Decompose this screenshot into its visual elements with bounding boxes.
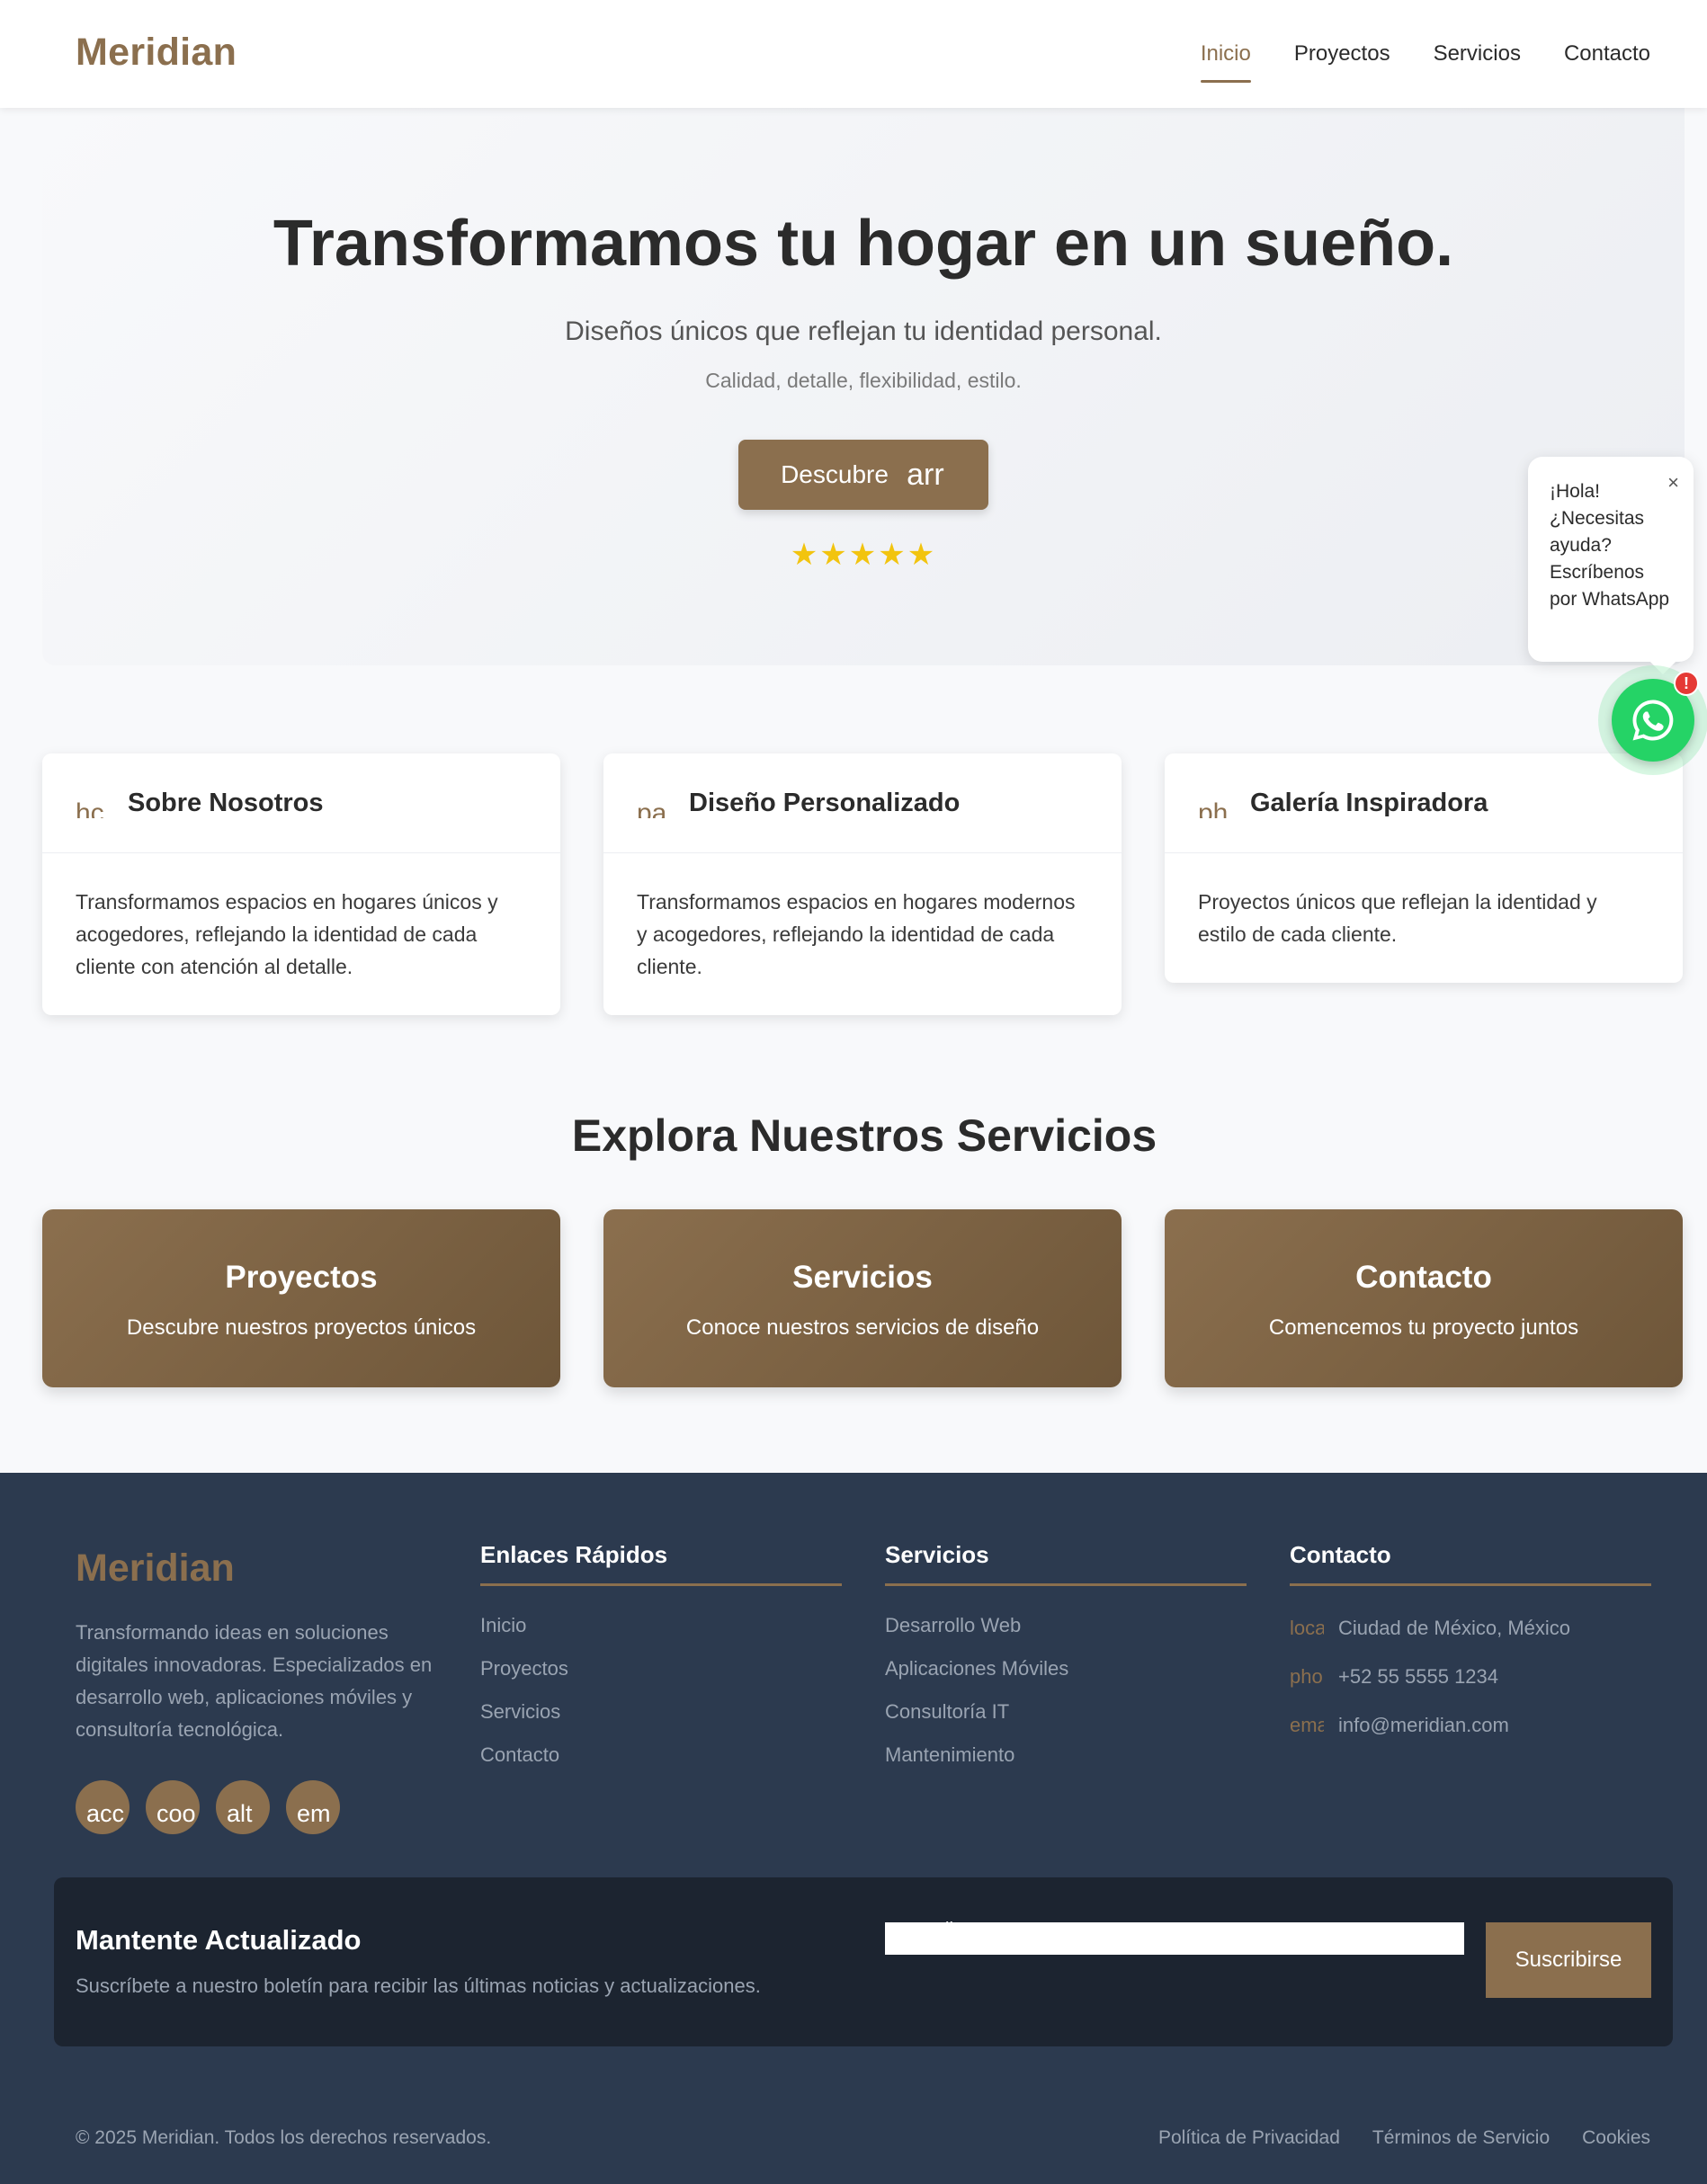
footer-link-proyectos[interactable]: Proyectos — [480, 1647, 842, 1690]
whatsapp-message: ¡Hola! ¿Necesitas ayuda? Escríbenos por … — [1550, 481, 1670, 610]
rating-stars: ★★★★★ — [790, 538, 937, 572]
brand-logo[interactable]: Meridian — [76, 31, 237, 75]
nav-link-inicio[interactable]: Inicio — [1200, 41, 1251, 83]
contact-location: loca Ciudad de México, México — [1290, 1604, 1651, 1653]
whatsapp-chat-bubble: × ¡Hola! ¿Necesitas ayuda? Escríbenos po… — [1528, 457, 1694, 662]
hero-tagline: Calidad, detalle, flexibilidad, estilo. — [705, 369, 1022, 392]
contact-email-value[interactable]: info@meridian.com — [1338, 1714, 1509, 1737]
email-icon: ema — [1290, 1714, 1324, 1736]
card-title: Diseño Personalizado — [689, 788, 961, 817]
discover-button-label: Descubre — [781, 460, 889, 488]
hero-subtitle: Diseños únicos que reflejan tu identidad… — [565, 316, 1162, 346]
terms-link[interactable]: Términos de Servicio — [1372, 2127, 1550, 2149]
close-icon[interactable]: × — [1667, 469, 1679, 496]
discover-button[interactable]: Descubre arr — [738, 440, 988, 510]
location-icon: loca — [1290, 1617, 1324, 1639]
footer-description: Transformando ideas en soluciones digita… — [76, 1621, 433, 1741]
cookies-link[interactable]: Cookies — [1582, 2127, 1650, 2149]
nav-link-servicios[interactable]: Servicios — [1434, 41, 1521, 83]
hero-title: Transformamos tu hogar en un sueño. — [273, 208, 1454, 280]
social-link-icon[interactable]: coo — [146, 1780, 200, 1834]
card-header: ph Galería Inspiradora — [1165, 753, 1683, 853]
footer-column-title: Contacto — [1290, 1541, 1651, 1586]
footer-link-mantenimiento[interactable]: Mantenimiento — [885, 1734, 1247, 1777]
service-card-title: Proyectos — [225, 1260, 378, 1295]
newsletter-description: Suscríbete a nuestro boletín para recibi… — [76, 1975, 761, 1997]
services-section-title: Explora Nuestros Servicios — [571, 1110, 1157, 1161]
footer-link-inicio[interactable]: Inicio — [480, 1604, 842, 1647]
top-navbar: Meridian Inicio Proyectos Servicios Cont… — [0, 0, 1707, 108]
palette-icon: pa — [637, 798, 667, 818]
feature-card-gallery: ph Galería Inspiradora Proyectos únicos … — [1165, 753, 1683, 983]
footer-services: Servicios Desarrollo Web Aplicaciones Mó… — [885, 1541, 1247, 1777]
arrow-icon: arr — [907, 459, 944, 490]
newsletter-title: Mantente Actualizado — [76, 1924, 362, 1956]
service-card-title: Servicios — [792, 1260, 933, 1295]
legal-links: Política de Privacidad Términos de Servi… — [1158, 2127, 1650, 2149]
footer-brand: Meridian — [76, 1547, 235, 1590]
footer-link-contacto[interactable]: Contacto — [480, 1734, 842, 1777]
site-footer: Meridian Transformando ideas en solucion… — [0, 1473, 1707, 2184]
newsletter-box: Mantente Actualizado Suscríbete a nuestr… — [54, 1877, 1673, 2046]
contact-location-value: Ciudad de México, México — [1338, 1617, 1571, 1639]
privacy-policy-link[interactable]: Política de Privacidad — [1158, 2127, 1340, 2149]
copyright-text: © 2025 Meridian. Todos los derechos rese… — [76, 2127, 492, 2148]
footer-quick-links: Enlaces Rápidos Inicio Proyectos Servici… — [480, 1541, 842, 1777]
newsletter-email-input[interactable] — [885, 1922, 1464, 1955]
card-title: Sobre Nosotros — [128, 788, 324, 817]
service-card-servicios[interactable]: Servicios Conoce nuestros servicios de d… — [603, 1209, 1122, 1387]
card-header: pa Diseño Personalizado — [603, 753, 1122, 853]
service-card-title: Contacto — [1355, 1260, 1492, 1295]
nav-link-contacto[interactable]: Contacto — [1564, 41, 1650, 83]
feature-card-design: pa Diseño Personalizado Transformamos es… — [603, 753, 1122, 1015]
footer-link-servicios[interactable]: Servicios — [480, 1690, 842, 1734]
footer-link-apps-moviles[interactable]: Aplicaciones Móviles — [885, 1647, 1247, 1690]
service-card-desc: Comencemos tu proyecto juntos — [1268, 1315, 1579, 1340]
phone-icon: pho — [1290, 1665, 1323, 1688]
footer-link-consultoria[interactable]: Consultoría IT — [885, 1690, 1247, 1734]
contact-phone-value[interactable]: +52 55 5555 1234 — [1338, 1665, 1498, 1689]
service-card-contacto[interactable]: Contacto Comencemos tu proyecto juntos — [1165, 1209, 1683, 1387]
footer-column-title: Enlaces Rápidos — [480, 1541, 842, 1586]
contact-phone: pho +52 55 5555 1234 — [1290, 1653, 1651, 1701]
card-text: Transformamos espacios en hogares únicos… — [76, 890, 498, 978]
nav-link-proyectos[interactable]: Proyectos — [1294, 41, 1390, 83]
contact-email: ema info@meridian.com — [1290, 1701, 1651, 1750]
service-card-desc: Descubre nuestros proyectos únicos — [126, 1315, 477, 1340]
main-nav: Inicio Proyectos Servicios Contacto — [1200, 41, 1650, 83]
email-icon[interactable]: em — [286, 1780, 340, 1834]
feature-card-about: hc Sobre Nosotros Transformamos espacios… — [42, 753, 560, 1015]
card-text: Proyectos únicos que reflejan la identid… — [1198, 890, 1597, 946]
card-text: Transformamos espacios en hogares modern… — [637, 890, 1076, 978]
card-header: hc Sobre Nosotros — [42, 753, 560, 853]
footer-contact: Contacto loca Ciudad de México, México p… — [1290, 1541, 1651, 1750]
service-card-proyectos[interactable]: Proyectos Descubre nuestros proyectos ún… — [42, 1209, 560, 1387]
footer-link-desarrollo-web[interactable]: Desarrollo Web — [885, 1604, 1247, 1647]
subscribe-button[interactable]: Suscribirse — [1486, 1922, 1651, 1998]
card-title: Galería Inspiradora — [1250, 788, 1488, 817]
social-link-icon[interactable]: alt — [216, 1780, 270, 1834]
hero-section: Transformamos tu hogar en un sueño. Dise… — [42, 108, 1685, 665]
notification-badge: ! — [1674, 671, 1699, 696]
footer-column-title: Servicios — [885, 1541, 1247, 1586]
service-card-desc: Conoce nuestros servicios de diseño — [685, 1315, 1040, 1340]
social-link-icon[interactable]: acc — [76, 1780, 130, 1834]
home-icon: hc — [76, 798, 104, 818]
whatsapp-button[interactable]: ! — [1598, 665, 1707, 775]
photo-icon: ph — [1198, 798, 1229, 818]
